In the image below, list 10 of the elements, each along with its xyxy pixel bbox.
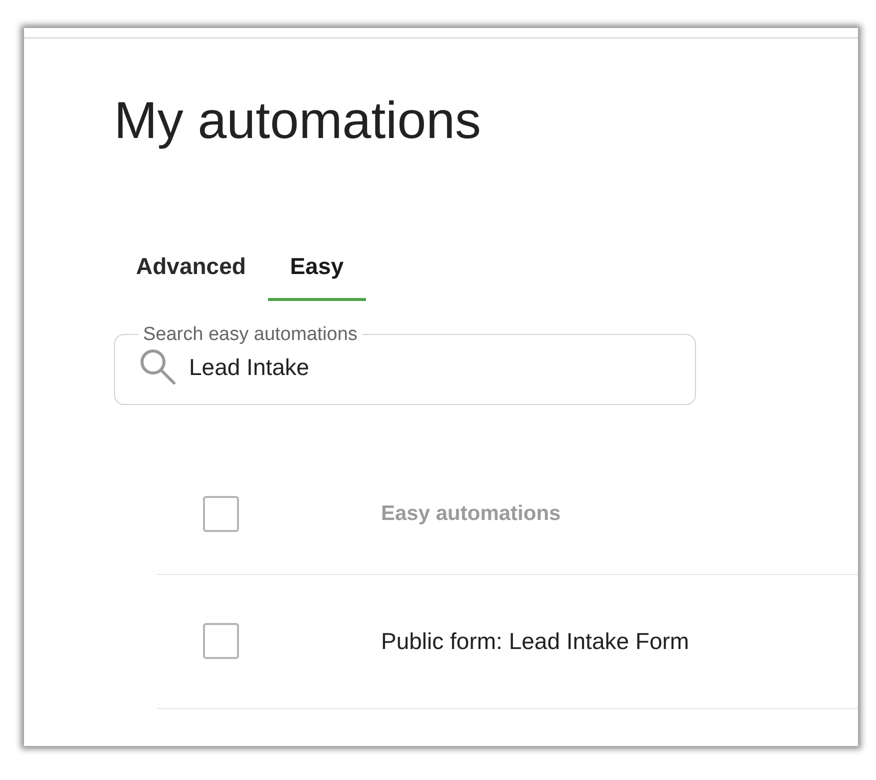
automation-name: Public form: Lead Intake Form (381, 626, 690, 656)
checkbox[interactable] (203, 496, 239, 532)
search-input[interactable]: Lead Intake (189, 350, 671, 384)
search-icon (139, 348, 177, 386)
column-header: Easy automations (381, 501, 561, 528)
checkbox[interactable] (203, 623, 239, 659)
tab[interactable]: Easy (268, 247, 366, 300)
page-title: My automations (114, 91, 482, 152)
search-box[interactable]: Search easy automations Lead Intake (114, 324, 696, 404)
tab[interactable]: Advanced (114, 247, 268, 300)
